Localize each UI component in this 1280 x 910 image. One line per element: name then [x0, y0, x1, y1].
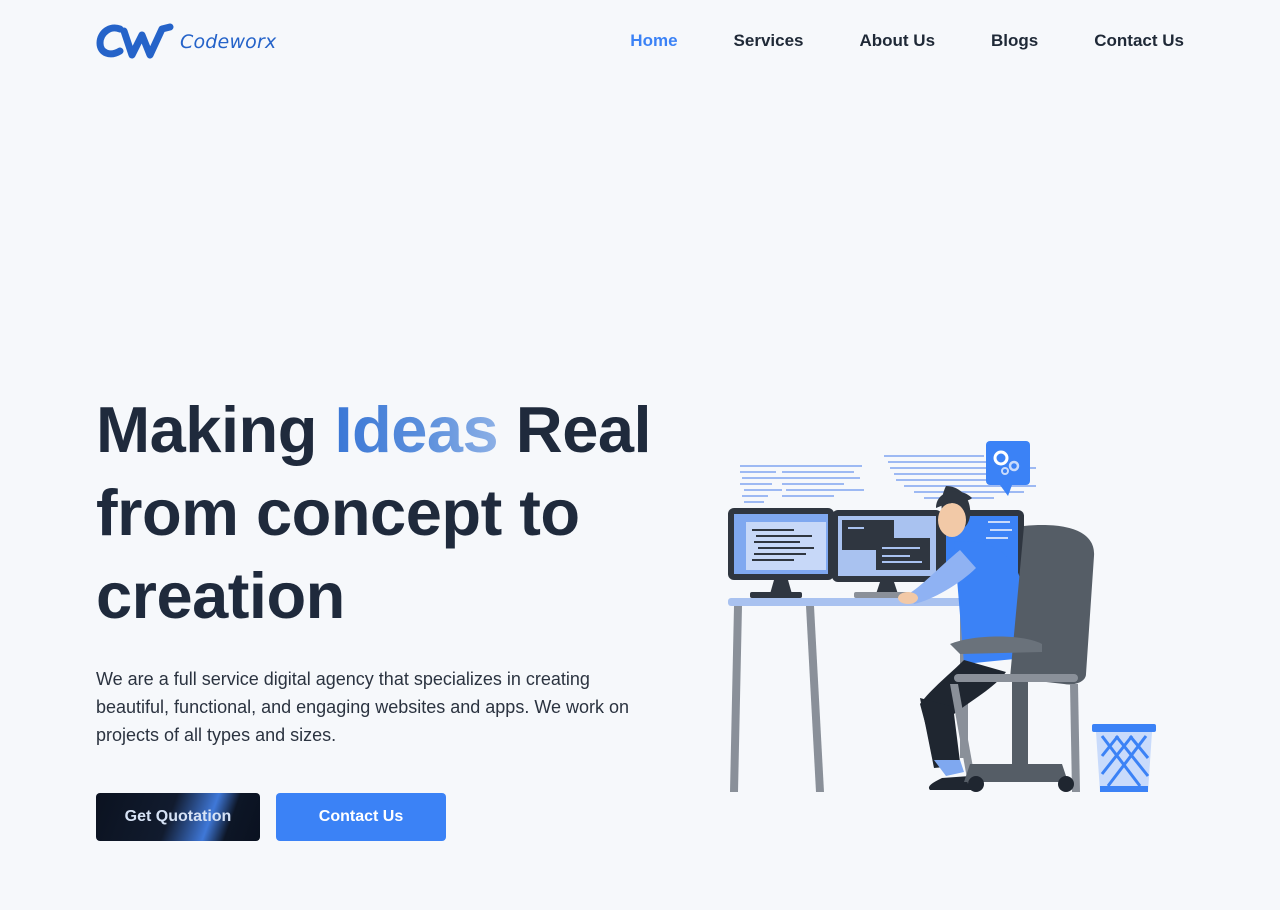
brand-name: Codeworx	[180, 31, 277, 53]
nav-item-about-us[interactable]: About Us	[859, 30, 935, 52]
nav-item-contact-us[interactable]: Contact Us	[1094, 30, 1184, 52]
get-quotation-button[interactable]: Get Quotation	[96, 793, 260, 841]
hero-title: Making Ideas Real from concept to creati…	[96, 388, 656, 637]
contact-us-button[interactable]: Contact Us	[276, 793, 446, 841]
nav-item-blogs[interactable]: Blogs	[991, 30, 1038, 52]
nav-item-home[interactable]: Home	[630, 30, 677, 52]
brand-logo[interactable]: Codeworx	[96, 22, 276, 60]
desk-top	[728, 598, 986, 606]
main-nav: Home Services About Us Blogs Contact Us	[630, 30, 1184, 52]
cw-logo-icon	[96, 23, 174, 59]
nav-item-services[interactable]: Services	[734, 30, 804, 52]
hero-description: We are a full service digital agency tha…	[96, 669, 630, 745]
developer-at-desk-illustration	[728, 441, 1156, 792]
wastebasket-icon	[1092, 724, 1156, 792]
site-header: Codeworx Home Services About Us Blogs Co…	[0, 0, 1280, 82]
hero-title-accent: Ideas	[334, 393, 499, 466]
hero-title-part1: Making	[96, 393, 335, 466]
gear-bubble-icon	[986, 441, 1030, 496]
monitor-left	[728, 508, 834, 598]
